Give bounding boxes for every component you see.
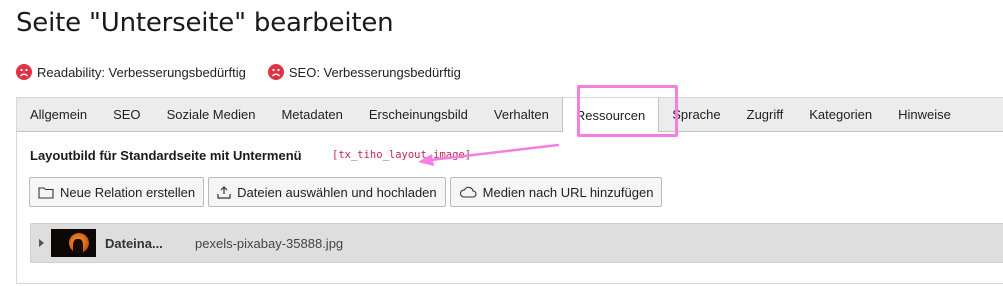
new-relation-label: Neue Relation erstellen [60, 184, 196, 200]
seo-status: SEO: Verbesserungsbedürftig [267, 64, 461, 80]
tab-ressourcen[interactable]: Ressourcen [561, 98, 660, 132]
file-name-label: Dateina... [105, 235, 163, 251]
file-thumbnail [51, 229, 96, 257]
tab-kategorien[interactable]: Kategorien [796, 98, 885, 131]
cloud-icon [459, 186, 477, 198]
tab-bar: Allgemein SEO Soziale Medien Metadaten E… [16, 97, 1003, 132]
upload-button[interactable]: Dateien auswählen und hochladen [208, 177, 446, 207]
tab-verhalten[interactable]: Verhalten [481, 98, 562, 131]
seo-status-label: SEO: Verbesserungsbedürftig [288, 64, 461, 80]
field-code: [tx_tiho_layout_image] [332, 149, 472, 161]
tab-erscheinungsbild[interactable]: Erscheinungsbild [356, 98, 481, 131]
media-url-label: Medien nach URL hinzufügen [482, 184, 654, 200]
file-actions: Neue Relation erstellen Dateien auswähle… [29, 177, 666, 207]
tab-hinweise[interactable]: Hinweise [885, 98, 964, 131]
field-label: Layoutbild für Standardseite mit Unterme… [30, 148, 302, 163]
tab-metadaten[interactable]: Metadaten [268, 98, 355, 131]
tab-soziale-medien[interactable]: Soziale Medien [154, 98, 269, 131]
expand-caret-icon[interactable] [39, 239, 44, 247]
tab-allgemein[interactable]: Allgemein [17, 98, 100, 131]
new-relation-button[interactable]: Neue Relation erstellen [29, 177, 205, 207]
analysis-status-row: Readability: Verbesserungsbedürftig SEO:… [16, 64, 483, 80]
media-url-button[interactable]: Medien nach URL hinzufügen [449, 177, 663, 207]
file-name: pexels-pixabay-35888.jpg [195, 235, 344, 251]
tab-seo[interactable]: SEO [100, 98, 153, 131]
tab-sprache[interactable]: Sprache [659, 98, 733, 131]
upload-icon [217, 185, 231, 199]
sad-face-icon [16, 64, 32, 80]
page-title: Seite "Unterseite" bearbeiten [16, 8, 394, 38]
sad-face-icon [267, 64, 284, 80]
readability-status-label: Readability: Verbesserungsbedürftig [37, 64, 246, 80]
folder-icon [38, 186, 54, 199]
readability-status: Readability: Verbesserungsbedürftig [16, 64, 246, 80]
file-reference-row[interactable]: Dateina... pexels-pixabay-35888.jpg [30, 223, 1003, 263]
tab-zugriff[interactable]: Zugriff [734, 98, 797, 131]
upload-label: Dateien auswählen und hochladen [237, 184, 437, 200]
